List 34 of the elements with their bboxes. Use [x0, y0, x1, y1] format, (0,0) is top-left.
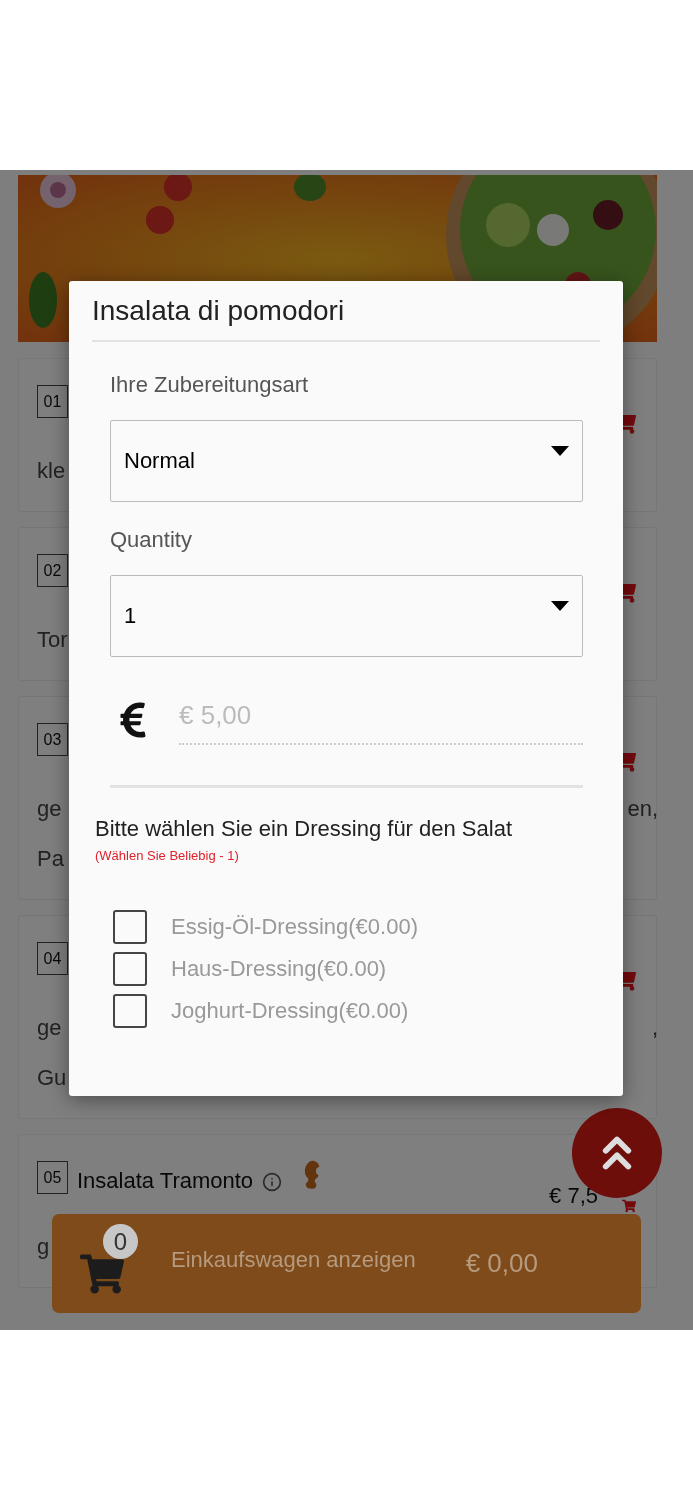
item-description: kle	[37, 458, 66, 484]
item-description: Gu	[37, 1065, 67, 1091]
option-label: Joghurt-Dressing(€0.00)	[171, 998, 409, 1024]
cart-label: Einkaufswagen anzeigen	[171, 1246, 416, 1273]
item-description: Pa	[37, 846, 64, 872]
selection-note: (Wählen Sie Beliebig - 1)	[95, 847, 240, 865]
item-description: ,	[651, 1015, 658, 1041]
caret-icon	[551, 446, 569, 456]
item-description: ge	[37, 1015, 62, 1041]
select-field[interactable]: Normal	[110, 420, 583, 502]
checkbox[interactable]	[113, 910, 147, 944]
item-number: 01	[37, 385, 68, 418]
info-icon[interactable]	[262, 1172, 283, 1192]
item-number: 05	[37, 1161, 68, 1194]
select-field[interactable]: 1	[110, 575, 583, 657]
option-label: Essig-Öl-Dressing(€0.00)	[171, 914, 418, 940]
item-number: 04	[37, 942, 68, 975]
item-number: 02	[37, 554, 68, 587]
item-description: en,	[627, 796, 658, 822]
caret-icon	[551, 601, 569, 611]
field-label: Quantity	[110, 527, 193, 553]
dialog-title: Insalata di pomodori	[92, 295, 346, 327]
checkbox[interactable]	[113, 952, 147, 986]
dressing-heading: Bitte wählen Sie ein Dressing für den Salat	[95, 815, 513, 843]
item-name: Insalata Tramonto	[77, 1168, 254, 1194]
item-description: g	[37, 1234, 50, 1260]
checkbox[interactable]	[113, 994, 147, 1028]
option-label: Haus-Dressing(€0.00)	[171, 956, 387, 982]
item-description: ge	[37, 796, 62, 822]
cart-total: € 0,00	[465, 1248, 538, 1279]
field-label: Ihre Zubereitungsart	[110, 372, 310, 398]
item-description: Tor	[37, 627, 68, 653]
item-number: 03	[37, 723, 68, 756]
cart-icon	[80, 1251, 124, 1296]
